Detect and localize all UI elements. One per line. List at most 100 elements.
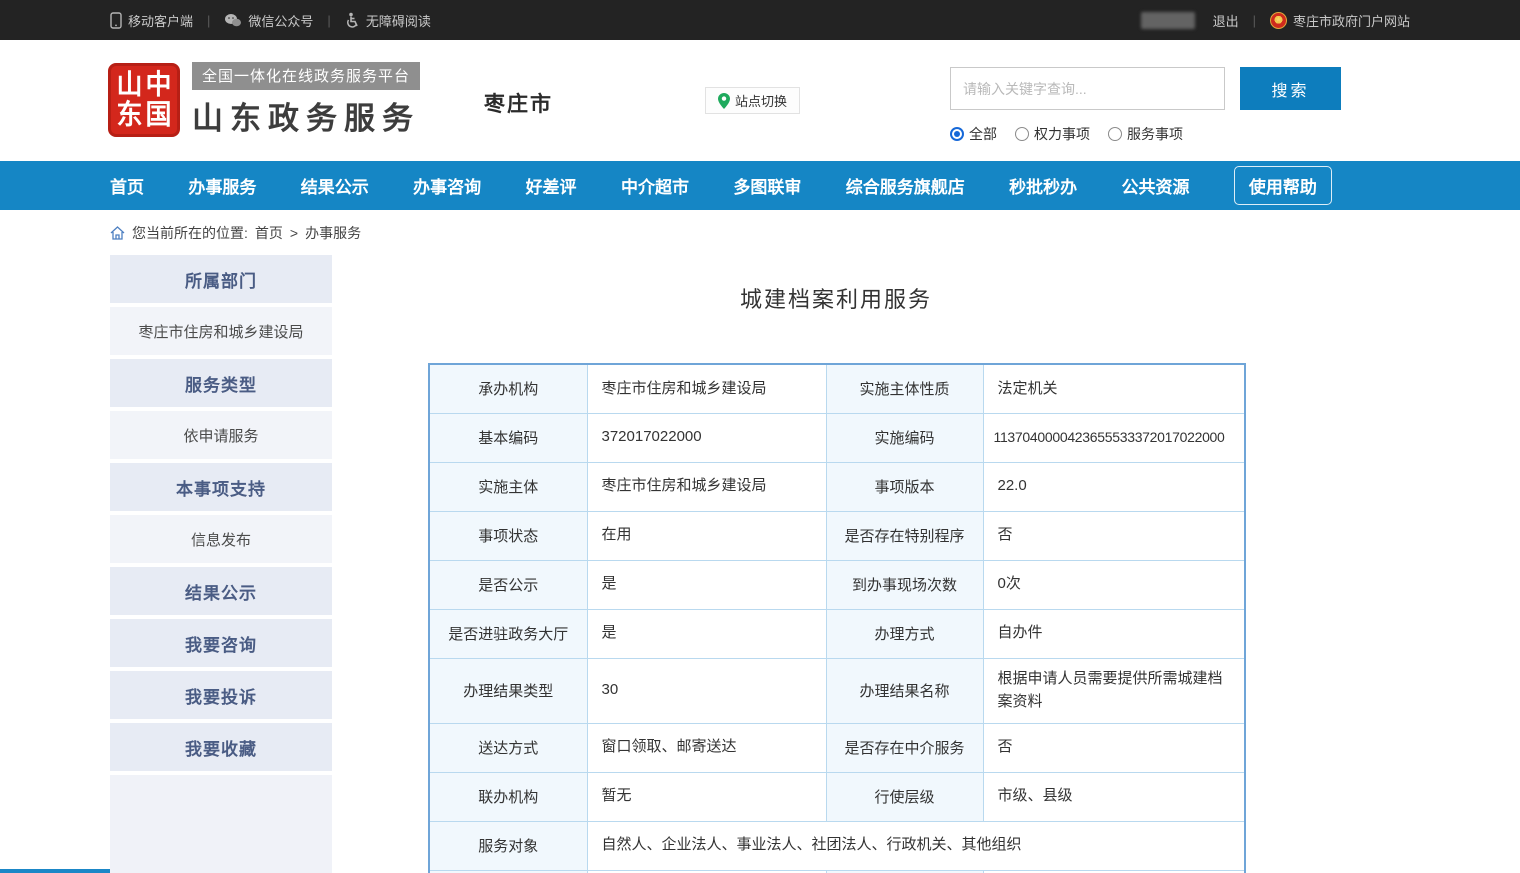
service-detail-table: 承办机构 枣庄市住房和城乡建设局 实施主体性质 法定机关 基本编码 372017… — [428, 363, 1246, 873]
sidebar-item-info-publish[interactable]: 信息发布 — [110, 515, 332, 563]
content: 所属部门 枣庄市住房和城乡建设局 服务类型 依申请服务 本事项支持 信息发布 结… — [0, 255, 1520, 873]
nav-consultation[interactable]: 办事咨询 — [413, 173, 481, 198]
cell-value: 根据申请人员需要提供所需城建档案资料 — [983, 658, 1245, 723]
portal-link[interactable]: ★ 枣庄市政府门户网站 — [1270, 11, 1410, 30]
radio-selected-icon — [950, 127, 964, 141]
nav-public-resources[interactable]: 公共资源 — [1122, 173, 1190, 198]
nav-instant-approval[interactable]: 秒批秒办 — [1009, 173, 1077, 198]
mobile-app-link[interactable]: 移动客户端 — [110, 11, 193, 30]
filter-power-label: 权力事项 — [1034, 124, 1090, 144]
cell-label: 是否公示 — [429, 560, 587, 609]
location-pin-icon — [718, 93, 730, 109]
cell-label: 办理方式 — [826, 609, 983, 658]
topbar-quick-links: 移动客户端 | 微信公众号 | 无障碍阅读 — [110, 11, 431, 30]
cell-value: 30 — [587, 658, 826, 723]
city-name: 枣庄市 — [484, 88, 553, 118]
cell-value: 自办件 — [983, 609, 1245, 658]
cell-label: 承办机构 — [429, 364, 587, 413]
cell-value: 枣庄市住房和城乡建设局 — [587, 364, 826, 413]
portal-label: 枣庄市政府门户网站 — [1293, 11, 1410, 30]
page-title: 城建档案利用服务 — [428, 282, 1244, 314]
cell-label: 办理结果类型 — [429, 658, 587, 723]
site-switch-button[interactable]: 站点切换 — [705, 87, 800, 114]
table-row: 是否公示 是 到办事现场次数 0次 — [429, 560, 1245, 609]
nav-home[interactable]: 首页 — [110, 173, 144, 198]
table-row: 是否进驻政务大厅 是 办理方式 自办件 — [429, 609, 1245, 658]
filter-all-label: 全部 — [969, 124, 997, 144]
shandong-seal-logo: 山中东国 — [108, 63, 180, 137]
cell-value: 窗口领取、邮寄送达 — [587, 723, 826, 772]
breadcrumb-home[interactable]: 首页 — [255, 223, 283, 243]
nav-services[interactable]: 办事服务 — [188, 173, 256, 198]
cell-value: 1137040000423655533372017022000 — [983, 413, 1245, 462]
cell-label: 到办事现场次数 — [826, 560, 983, 609]
table-row: 基本编码 372017022000 实施编码 11370400004236555… — [429, 413, 1245, 462]
cell-value: 372017022000 — [587, 413, 826, 462]
cell-label: 基本编码 — [429, 413, 587, 462]
breadcrumb-prefix: 您当前所在的位置: — [132, 223, 248, 243]
nav-intermediary-market[interactable]: 中介超市 — [621, 173, 689, 198]
cell-label: 实施主体性质 — [826, 364, 983, 413]
sidebar-item-supported-header[interactable]: 本事项支持 — [110, 463, 332, 511]
sidebar-item-department-header[interactable]: 所属部门 — [110, 255, 332, 303]
nav-rating[interactable]: 好差评 — [526, 173, 577, 198]
cell-value: 否 — [983, 511, 1245, 560]
nav-flagship-store[interactable]: 综合服务旗舰店 — [846, 173, 965, 198]
topbar-user-area: 退出 | ★ 枣庄市政府门户网站 — [1141, 11, 1410, 30]
cell-label: 是否存在特别程序 — [826, 511, 983, 560]
cell-label: 办理结果名称 — [826, 658, 983, 723]
breadcrumb-separator: > — [290, 225, 298, 241]
cell-label: 联办机构 — [429, 772, 587, 821]
accessibility-label: 无障碍阅读 — [366, 11, 431, 30]
site-logo[interactable]: 山中东国 全国一体化在线政务服务平台 山东政务服务 — [108, 62, 420, 138]
accessibility-icon — [345, 12, 360, 28]
table-row: 服务对象 自然人、企业法人、事业法人、社团法人、行政机关、其他组织 — [429, 821, 1245, 870]
cell-value: 法定机关 — [983, 364, 1245, 413]
cell-value: 在用 — [587, 511, 826, 560]
radio-icon — [1108, 127, 1122, 141]
cell-label: 事项状态 — [429, 511, 587, 560]
table-row: 联办机构 暂无 行使层级 市级、县级 — [429, 772, 1245, 821]
search-scope-filters: 全部 权力事项 服务事项 — [950, 124, 1183, 144]
breadcrumb: 您当前所在的位置: 首页 > 办事服务 — [0, 210, 1520, 255]
cell-label: 行使层级 — [826, 772, 983, 821]
seal-char: 东 — [116, 101, 142, 128]
search-button[interactable]: 搜索 — [1240, 67, 1341, 110]
nav-help-button[interactable]: 使用帮助 — [1234, 166, 1332, 205]
sidebar-item-consult[interactable]: 我要咨询 — [110, 619, 332, 667]
divider: | — [327, 13, 330, 28]
search-input[interactable] — [950, 67, 1225, 110]
site-switch-label: 站点切换 — [735, 91, 787, 110]
username-redacted — [1141, 12, 1195, 29]
table-row: 送达方式 窗口领取、邮寄送达 是否存在中介服务 否 — [429, 723, 1245, 772]
sidebar-item-favorite[interactable]: 我要收藏 — [110, 723, 332, 771]
logo-text: 全国一体化在线政务服务平台 山东政务服务 — [192, 62, 420, 138]
table-row: 事项状态 在用 是否存在特别程序 否 — [429, 511, 1245, 560]
main-nav: 首页 办事服务 结果公示 办事咨询 好差评 中介超市 多图联审 综合服务旗舰店 … — [0, 161, 1520, 210]
table-row: 承办机构 枣庄市住房和城乡建设局 实施主体性质 法定机关 — [429, 364, 1245, 413]
sidebar-item-department[interactable]: 枣庄市住房和城乡建设局 — [110, 307, 332, 355]
accessibility-link[interactable]: 无障碍阅读 — [345, 11, 431, 30]
site-name: 山东政务服务 — [192, 93, 420, 138]
home-icon — [110, 226, 125, 240]
filter-all[interactable]: 全部 — [950, 124, 997, 144]
cell-value: 是 — [587, 560, 826, 609]
wechat-label: 微信公众号 — [248, 11, 313, 30]
filter-power-items[interactable]: 权力事项 — [1015, 124, 1090, 144]
filter-service-items[interactable]: 服务事项 — [1108, 124, 1183, 144]
sidebar-item-on-application-service[interactable]: 依申请服务 — [110, 411, 332, 459]
sidebar-item-complain[interactable]: 我要投诉 — [110, 671, 332, 719]
filter-service-label: 服务事项 — [1127, 124, 1183, 144]
topbar: 移动客户端 | 微信公众号 | 无障碍阅读 退出 | ★ 枣庄市政府门户网站 — [0, 0, 1520, 40]
cell-value: 22.0 — [983, 462, 1245, 511]
cell-label: 服务对象 — [429, 821, 587, 870]
sidebar-item-results-publicity[interactable]: 结果公示 — [110, 567, 332, 615]
nav-results-publicity[interactable]: 结果公示 — [301, 173, 369, 198]
seal-char: 山 — [116, 71, 142, 98]
cell-value: 0次 — [983, 560, 1245, 609]
nav-multi-plan-review[interactable]: 多图联审 — [733, 173, 801, 198]
wechat-link[interactable]: 微信公众号 — [224, 11, 313, 30]
breadcrumb-current: 办事服务 — [305, 223, 361, 243]
sidebar-item-service-type-header[interactable]: 服务类型 — [110, 359, 332, 407]
logout-link[interactable]: 退出 — [1213, 11, 1239, 30]
